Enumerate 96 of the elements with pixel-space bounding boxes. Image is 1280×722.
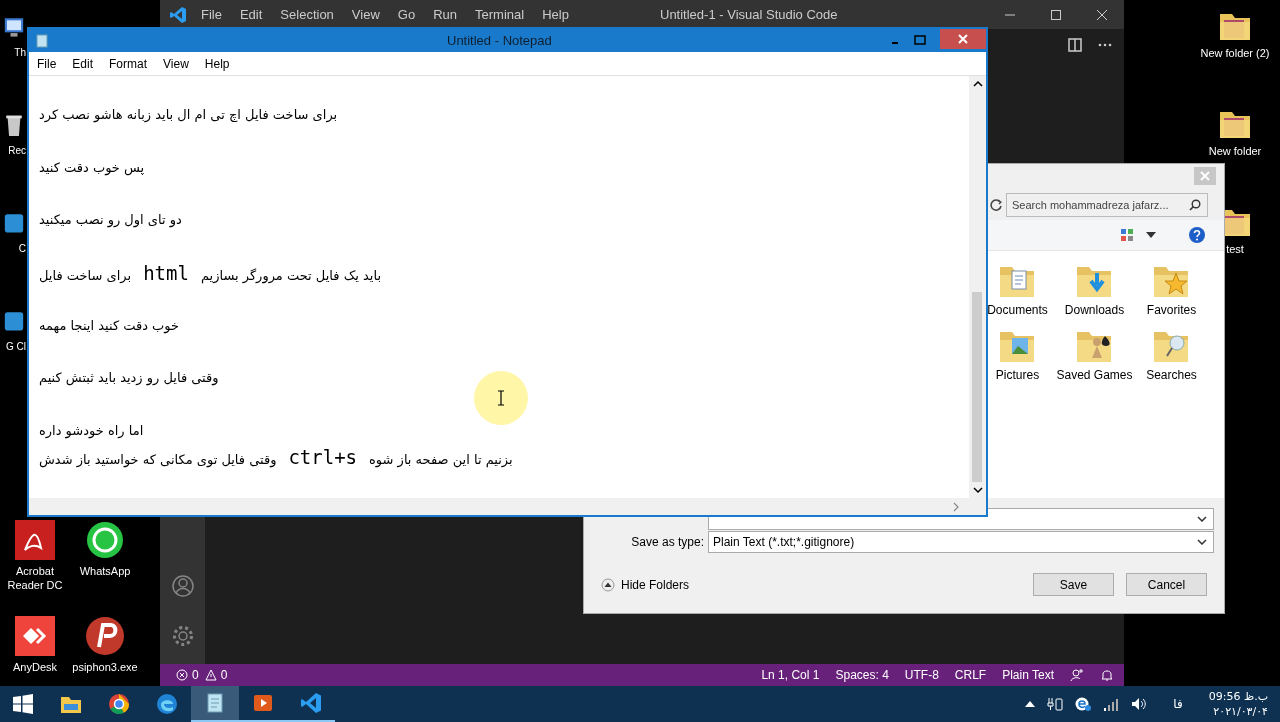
scroll-right-icon — [952, 501, 960, 512]
menu-item[interactable]: File — [201, 7, 222, 22]
vscode-icon — [299, 691, 323, 715]
volume-icon[interactable] — [1131, 697, 1148, 711]
chrome-icon — [107, 692, 131, 716]
status-item[interactable]: UTF-8 — [904, 668, 939, 682]
refresh-icon[interactable] — [989, 198, 1003, 212]
maximize-icon[interactable] — [914, 35, 926, 45]
file-type-dropdown[interactable]: Plain Text (*.txt;*.gitignore) — [708, 531, 1214, 553]
dialog-button[interactable]: Save — [1033, 573, 1114, 596]
text-line: خوب دقت کنید اینجا مهمه — [39, 316, 180, 336]
text-line: برای ساخت فایل اچ تی ام ال باید زبانه هاشو نصب کرد — [39, 106, 338, 125]
icon-label: AnyDesk — [13, 660, 57, 674]
menu-item[interactable]: View — [351, 7, 380, 22]
menu-item[interactable]: Edit — [239, 7, 263, 22]
clock-time[interactable]: 09:56 ب.ظ — [1208, 689, 1268, 704]
windows-start-icon[interactable] — [13, 694, 33, 714]
field-label: Save as type: — [630, 535, 704, 549]
battery-icon[interactable] — [1047, 696, 1064, 712]
icon-label: G Cl — [5, 340, 26, 354]
menu-item[interactable]: Help — [542, 7, 569, 22]
text-line: وقتی فایل رو زدید باید ثبتش کنیم — [39, 369, 219, 388]
vscode-logo-icon — [169, 5, 187, 24]
close-icon — [1200, 171, 1210, 181]
notepad-icon — [35, 33, 49, 48]
dropdown-icon — [1197, 539, 1207, 545]
anydesk-icon[interactable] — [15, 616, 55, 656]
close-icon — [958, 34, 968, 44]
menu-item[interactable]: File — [29, 56, 65, 71]
scroll-up-icon — [972, 80, 983, 88]
horizontal-scrollbar[interactable] — [29, 498, 986, 515]
menu-item[interactable]: Terminal — [475, 7, 525, 22]
show-hidden-icon[interactable] — [1025, 701, 1036, 707]
menu-item[interactable]: Edit — [64, 56, 102, 71]
dropdown-icon — [1197, 516, 1207, 522]
folder-label: Documents — [987, 303, 1048, 317]
icon-label: C — [17, 242, 26, 256]
icon-label: Acrobat Reader DC — [6, 564, 64, 592]
scroll-down-icon — [972, 486, 983, 494]
menu-item[interactable]: Format — [101, 56, 156, 71]
acrobat-icon[interactable] — [15, 520, 55, 560]
caret-icon[interactable] — [1146, 232, 1156, 238]
folder-label: Searches — [1146, 368, 1197, 382]
browser-icon — [155, 692, 179, 716]
window-title: Untitled - Notepad — [447, 33, 552, 48]
feedback-icon[interactable] — [1070, 668, 1084, 682]
dialog-button[interactable]: Cancel — [1126, 573, 1207, 596]
status-item[interactable]: CRLF — [954, 668, 987, 682]
text-cursor-icon — [497, 390, 505, 406]
split-editor-icon[interactable] — [1068, 38, 1082, 52]
problem-count[interactable]: 0 — [192, 668, 199, 682]
close-icon[interactable] — [1096, 8, 1108, 21]
icon-label: WhatsApp — [79, 564, 131, 578]
psiphon-icon[interactable] — [85, 616, 125, 656]
window-title: Untitled-1 - Visual Studio Code — [660, 7, 838, 22]
status-item[interactable]: Plain Text — [1002, 668, 1054, 682]
status-item[interactable]: Ln 1, Col 1 — [761, 668, 820, 682]
close-button[interactable] — [940, 29, 986, 49]
folder-label: Favorites — [1146, 303, 1197, 317]
icon-label: Th — [13, 46, 26, 60]
taskbar-button[interactable] — [191, 686, 239, 722]
view-options-icon[interactable] — [1120, 228, 1136, 242]
folder-label: Downloads — [1064, 303, 1125, 317]
help-icon[interactable] — [1188, 226, 1206, 244]
search-field[interactable]: Search mohammadreza jafarz... — [1006, 193, 1208, 217]
bell-icon[interactable] — [1100, 668, 1114, 682]
text-line: دو تای اول رو نصب میکنید — [39, 211, 182, 230]
icon-label: New folder — [1208, 144, 1262, 158]
collapse-icon — [601, 577, 615, 592]
menu-item[interactable]: Selection — [280, 7, 334, 22]
text-line: پس خوب دقت کنید — [39, 158, 145, 178]
search-icon — [1189, 199, 1201, 211]
icon-label: test — [1226, 242, 1244, 256]
menu-item[interactable]: Run — [433, 7, 457, 22]
menu-item[interactable]: View — [155, 56, 197, 71]
menu-item[interactable]: Help — [196, 56, 238, 71]
hide-folders-button[interactable]: Hide Folders — [601, 577, 690, 592]
language-indicator[interactable]: فا — [1173, 697, 1183, 711]
account-icon[interactable] — [170, 574, 195, 598]
whatsapp-icon[interactable] — [85, 520, 125, 560]
scrollbar[interactable] — [969, 76, 986, 498]
settings-icon[interactable] — [170, 624, 195, 648]
menu-item[interactable]: Go — [397, 7, 416, 22]
icon-label: Rec — [7, 144, 26, 158]
signal-icon[interactable] — [1103, 697, 1120, 711]
warning-icon — [204, 669, 217, 681]
scrollbar-thumb[interactable] — [972, 292, 982, 482]
folder-label: Saved Games — [1056, 368, 1133, 382]
icon-label: New folder (2) — [1200, 46, 1270, 60]
clock-date[interactable]: ۲۰۲۱/۰۳/۰۴ — [1213, 704, 1268, 719]
status-item[interactable]: Spaces: 4 — [835, 668, 889, 682]
error-icon — [176, 669, 188, 681]
problem-count[interactable]: 0 — [220, 668, 228, 682]
text-line: اما راه خودشو داره — [39, 421, 144, 441]
folder-label: Pictures — [995, 368, 1040, 382]
icon-label: psiphon3.exe — [72, 660, 138, 674]
